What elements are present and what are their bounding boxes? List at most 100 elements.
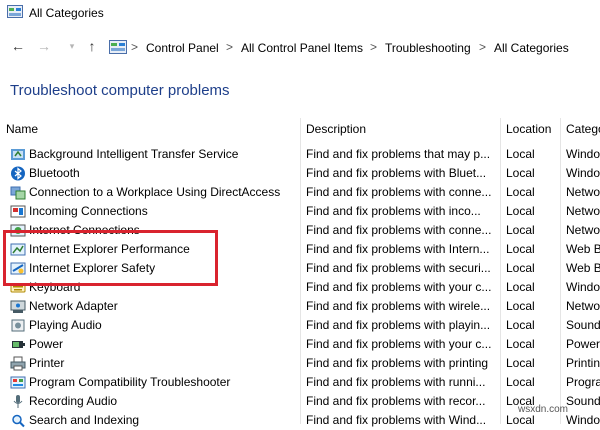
title-bar: All Categories [0, 0, 600, 28]
row-description: Find and fix problems with conne... [306, 223, 492, 237]
printer-icon [10, 356, 26, 371]
list-item[interactable]: Connection to a Workplace Using DirectAc… [0, 183, 600, 202]
row-description: Find and fix problems with securi... [306, 261, 491, 275]
row-location: Local [506, 204, 535, 218]
row-description: Find and fix problems with inco... [306, 204, 481, 218]
address-bar[interactable]: > Control Panel > All Control Panel Item… [105, 38, 600, 58]
row-category: Netwo [566, 185, 600, 199]
breadcrumb-all-categories[interactable]: All Categories [494, 41, 569, 55]
row-description: Find and fix problems with wirele... [306, 299, 491, 313]
breadcrumb-separator[interactable]: > [479, 40, 486, 54]
list-item[interactable]: Search and Indexing Find and fix problems… [0, 411, 600, 430]
row-category: Windo [566, 413, 600, 427]
row-name: Power [29, 337, 64, 351]
list-item[interactable]: Playing Audio Find and fix problems with … [0, 316, 600, 335]
row-name: Playing Audio [29, 318, 102, 332]
audio-icon [11, 319, 25, 332]
row-name: Program Compatibility Troubleshooter [29, 375, 231, 389]
bluetooth-icon [11, 166, 25, 181]
row-location: Local [506, 166, 535, 180]
row-name: Incoming Connections [29, 204, 148, 218]
row-description: Find and fix problems with Intern... [306, 242, 490, 256]
up-arrow-icon[interactable]: ↑ [84, 38, 100, 54]
row-name: Bluetooth [29, 166, 80, 180]
row-location: Local [506, 356, 535, 370]
row-description: Find and fix problems with printing [306, 356, 489, 370]
row-category: Netwo [566, 223, 600, 237]
highlight-box [3, 230, 218, 286]
row-location: Local [506, 413, 535, 427]
bits-icon [11, 149, 25, 160]
breadcrumb-separator[interactable]: > [226, 40, 233, 54]
breadcrumb-control-panel[interactable]: Control Panel [146, 41, 219, 55]
row-category: Printin [566, 356, 600, 370]
page-title: Troubleshoot computer problems [10, 82, 230, 99]
control-panel-icon [109, 40, 127, 54]
back-arrow-icon[interactable]: ← [10, 38, 26, 54]
list-item[interactable]: Incoming Connections Find and fix problem… [0, 202, 600, 221]
list-item[interactable]: Background Intelligent Transfer Service F… [0, 145, 600, 164]
row-category: Sound [566, 318, 600, 332]
breadcrumb-separator: > [131, 40, 139, 54]
chevron-down-icon[interactable]: ▾ [64, 38, 80, 54]
row-location: Local [506, 337, 535, 351]
list-item[interactable]: Program Compatibility Troubleshooter Find… [0, 373, 600, 392]
row-category: Web B [566, 242, 600, 256]
directaccess-icon [10, 186, 26, 200]
row-location: Local [506, 318, 535, 332]
forward-arrow-icon[interactable]: → [36, 38, 52, 54]
column-header-name[interactable]: Name [6, 122, 296, 144]
microphone-icon [13, 395, 23, 408]
breadcrumb-troubleshooting[interactable]: Troubleshooting [385, 41, 471, 55]
row-category: Power [566, 337, 600, 351]
row-location: Local [506, 147, 535, 161]
breadcrumb-all-items[interactable]: All Control Panel Items [241, 41, 363, 55]
row-location: Local [506, 223, 535, 237]
row-location: Local [506, 375, 535, 389]
row-description: Find and fix problems with your c... [306, 280, 492, 294]
row-category: Web B [566, 261, 600, 275]
row-location: Local [506, 185, 535, 199]
control-panel-icon [7, 5, 23, 18]
row-description: Find and fix problems with conne... [306, 185, 492, 199]
list-item[interactable]: Printer Find and fix problems with printi… [0, 354, 600, 373]
column-header-category[interactable]: Catego [566, 122, 600, 144]
row-location: Local [506, 299, 535, 313]
search-indexing-icon [12, 414, 25, 428]
row-category: Windo [566, 166, 600, 180]
column-header-description[interactable]: Description [306, 122, 496, 144]
power-icon [12, 341, 25, 348]
breadcrumb-separator[interactable]: > [370, 40, 377, 54]
row-category: Windo [566, 147, 600, 161]
list-item[interactable]: Recording Audio Find and fix problems wit… [0, 392, 600, 411]
program-compat-icon [10, 376, 26, 389]
row-description: Find and fix problems with recor... [306, 394, 486, 408]
list-item[interactable]: Network Adapter Find and fix problems wit… [0, 297, 600, 316]
list-item[interactable]: Bluetooth Find and fix problems with Blue… [0, 164, 600, 183]
row-description: Find and fix problems with Bluet... [306, 166, 487, 180]
network-adapter-icon [10, 300, 26, 313]
row-category: Netwo [566, 299, 600, 313]
incoming-connections-icon [10, 205, 26, 218]
row-name: Printer [29, 356, 65, 370]
row-category: Netwo [566, 204, 600, 218]
row-name: Background Intelligent Transfer Service [29, 147, 239, 161]
row-category: Progra [566, 375, 600, 389]
row-name: Network Adapter [29, 299, 118, 313]
watermark: wsxdn.com [518, 404, 569, 415]
row-category: Windo [566, 280, 600, 294]
row-description: Find and fix problems with your c... [306, 337, 492, 351]
row-name: Search and Indexing [29, 413, 140, 427]
window-title: All Categories [29, 6, 104, 20]
row-location: Local [506, 242, 535, 256]
row-description: Find and fix problems with playin... [306, 318, 491, 332]
row-description: Find and fix problems with runni... [306, 375, 486, 389]
row-name: Connection to a Workplace Using DirectAc… [29, 185, 281, 199]
row-category: Sound [566, 394, 600, 408]
row-description: Find and fix problems with Wind... [306, 413, 487, 427]
column-header-location[interactable]: Location [506, 122, 562, 144]
row-description: Find and fix problems that may p... [306, 147, 491, 161]
list-item[interactable]: Power Find and fix problems with your c..… [0, 335, 600, 354]
row-location: Local [506, 261, 535, 275]
row-location: Local [506, 280, 535, 294]
